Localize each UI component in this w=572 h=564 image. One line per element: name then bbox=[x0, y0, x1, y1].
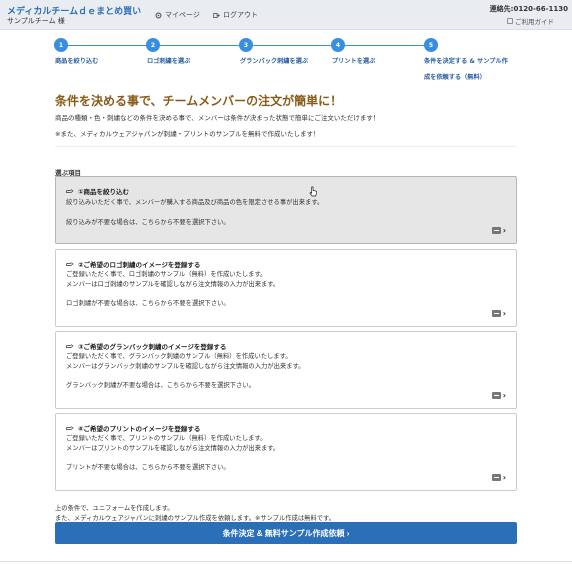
contact-phone: 連絡先:0120-66-1130 bbox=[489, 5, 568, 13]
step-4-dot[interactable]: 4 bbox=[331, 38, 345, 52]
gear-icon bbox=[155, 12, 162, 18]
option-card-granback-embroidery[interactable]: ③ご希望のグランバック刺繍のイメージを登録する ご登録いただく事で、グランバック… bbox=[55, 331, 517, 409]
page-title: 条件を決める事で、チームメンバーの注文が簡単に！ bbox=[55, 94, 343, 108]
card-line-2: メンバーはロゴ刺繍のサンプルを確認しながら注文情報の入力が出来ます。 bbox=[66, 281, 280, 288]
step-4-label[interactable]: プリントを選ぶ bbox=[332, 56, 375, 65]
step-5-label-line2[interactable]: 成を依頼する（無料） bbox=[424, 72, 486, 81]
logout-icon bbox=[213, 12, 220, 18]
card-line-1: ご登録いただく事で、プリントのサンプル（無料）を作成いたします。 bbox=[66, 435, 267, 442]
step-2-dot[interactable]: 2 bbox=[146, 38, 160, 52]
guide-label: ご利用ガイド bbox=[515, 18, 554, 26]
card-line-1: ご登録いただく事で、ロゴ刺繍のサンプル（無料）を作成いたします。 bbox=[66, 271, 267, 278]
card-line-2: メンバーはグランバック刺繍のサンプルを確認しながら注文情報の入力が出来ます。 bbox=[66, 363, 305, 370]
edit-icon bbox=[491, 392, 501, 399]
bottom-divider bbox=[0, 561, 572, 562]
step-2-label[interactable]: ロゴ刺繍を選ぶ bbox=[147, 56, 190, 65]
guide-icon bbox=[507, 18, 513, 24]
card-title-text: ①商品を絞り込む bbox=[78, 188, 130, 196]
edit-icon bbox=[491, 227, 501, 234]
card-title: ①商品を絞り込む bbox=[66, 186, 129, 196]
card-title: ④ご希望のプリントのイメージを登録する bbox=[66, 423, 200, 433]
card-line-3: プリントが不要な場合は、こちらから不要を選択下さい。 bbox=[66, 464, 230, 471]
card-title: ③ご希望のグランバック刺繍のイメージを登録する bbox=[66, 341, 226, 351]
chevron-right-icon: › bbox=[502, 473, 506, 482]
pointing-hand-icon bbox=[66, 426, 74, 430]
mypage-label: マイページ bbox=[165, 11, 200, 19]
step-5-label[interactable]: 条件を決定する & サンプル作 bbox=[424, 56, 508, 65]
option-card-logo-embroidery[interactable]: ②ご希望のロゴ刺繍のイメージを登録する ご登録いただく事で、ロゴ刺繍のサンプル（… bbox=[55, 249, 517, 327]
step-1-dot[interactable]: 1 bbox=[54, 38, 68, 52]
mouse-cursor-icon bbox=[309, 186, 317, 197]
card-title: ②ご希望のロゴ刺繍のイメージを登録する bbox=[66, 259, 200, 269]
card-line-2: メンバーはプリントのサンプルを確認しながら注文情報の入力が出来ます。 bbox=[66, 445, 280, 452]
card-line-3: ロゴ刺繍が不要な場合は、こちらから不要を選択下さい。 bbox=[66, 300, 230, 307]
option-card-product-filter[interactable]: ①商品を絞り込む 絞り込みいただく事で、メンバーが購入する商品及び商品の色を限定… bbox=[55, 176, 517, 244]
card-edit-action[interactable]: › bbox=[491, 226, 506, 235]
page-note: ※また、メディカルウェアジャパンが刺繍・プリントのサンプルを無料で作成いたします… bbox=[55, 130, 320, 138]
submit-button[interactable]: 条件決定 & 無料サンプル作成依頼 › bbox=[55, 522, 517, 544]
pointing-hand-icon bbox=[66, 262, 74, 266]
card-line-1: 絞り込みいただく事で、メンバーが購入する商品及び商品の色を限定させる事が出来ます… bbox=[66, 199, 324, 206]
option-card-print[interactable]: ④ご希望のプリントのイメージを登録する ご登録いただく事で、プリントのサンプル（… bbox=[55, 413, 517, 491]
card-line-3: 絞り込みが不要な場合は、こちらから不要を選択下さい。 bbox=[66, 219, 230, 226]
step-progress: 1 商品を絞り込む 2 ロゴ刺繍を選ぶ 3 グランバック刺繍を選ぶ 4 プリント… bbox=[0, 30, 572, 81]
step-3-dot[interactable]: 3 bbox=[239, 38, 253, 52]
step-5-dot[interactable]: 5 bbox=[424, 38, 438, 52]
mypage-link[interactable]: マイページ bbox=[155, 10, 200, 20]
guide-link[interactable]: ご利用ガイド bbox=[507, 16, 554, 26]
footer-note-2: また、メディカルウェアジャパンに刺繍のサンプル作成を依頼します。※サンプル作成は… bbox=[55, 515, 336, 522]
logout-link[interactable]: ログアウト bbox=[213, 10, 258, 20]
step-3-label[interactable]: グランバック刺繍を選ぶ bbox=[240, 56, 308, 65]
edit-icon bbox=[491, 310, 501, 317]
card-edit-action[interactable]: › bbox=[491, 309, 506, 318]
pointing-hand-icon bbox=[66, 344, 74, 348]
card-title-text: ②ご希望のロゴ刺繍のイメージを登録する bbox=[78, 261, 201, 269]
card-title-text: ④ご希望のプリントのイメージを登録する bbox=[78, 425, 201, 433]
chevron-right-icon: › bbox=[502, 226, 506, 235]
footer-note-1: 上の条件で、ユニフォームを作成します。 bbox=[55, 505, 174, 512]
logout-label: ログアウト bbox=[223, 11, 258, 19]
team-name: サンプルチーム 様 bbox=[7, 17, 65, 25]
page-description: 商品の種類・色・刺繍などの条件を決める事で、メンバーは条件が決まった状態で簡単に… bbox=[55, 114, 380, 122]
chevron-right-icon: › bbox=[502, 309, 506, 318]
card-edit-action[interactable]: › bbox=[491, 391, 506, 400]
site-header: メディカルチームｄｅまとめ買い サンプルチーム 様 マイページ ログアウト 連絡… bbox=[0, 0, 572, 30]
chevron-right-icon: › bbox=[502, 391, 506, 400]
card-line-1: ご登録いただく事で、グランバック刺繍のサンプル（無料）を作成いたします。 bbox=[66, 353, 292, 360]
divider bbox=[55, 146, 517, 147]
card-edit-action[interactable]: › bbox=[491, 473, 506, 482]
edit-icon bbox=[491, 474, 501, 481]
card-line-3: グランバック刺繍が不要な場合は、こちらから不要を選択下さい。 bbox=[66, 382, 255, 389]
step-1-label[interactable]: 商品を絞り込む bbox=[55, 56, 98, 65]
card-title-text: ③ご希望のグランバック刺繍のイメージを登録する bbox=[78, 343, 227, 351]
pointing-hand-icon bbox=[66, 189, 74, 193]
